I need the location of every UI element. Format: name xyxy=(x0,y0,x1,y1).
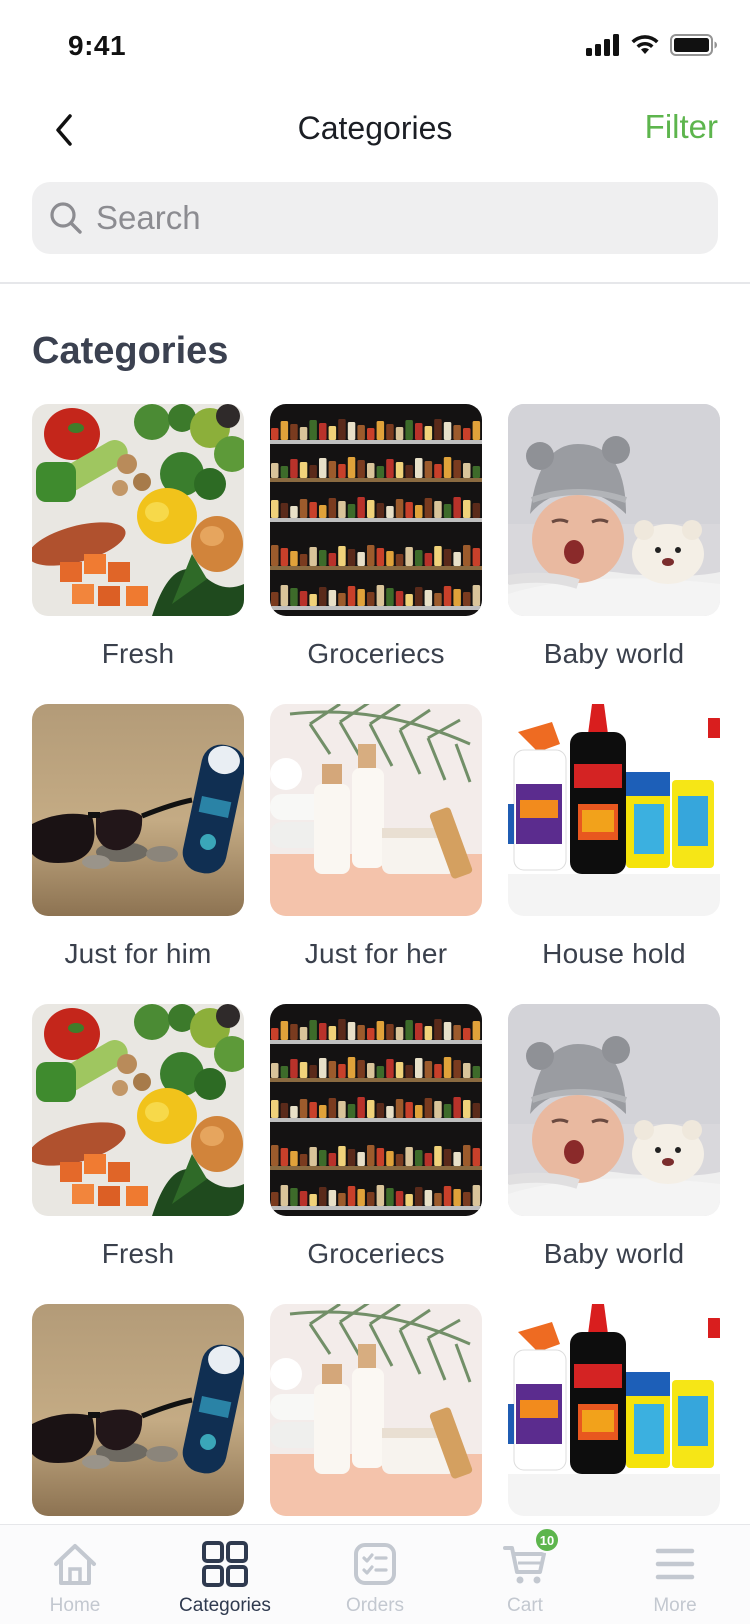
tab-cart-label: Cart xyxy=(507,1595,543,1616)
sunglasses-deodorant-image xyxy=(32,1304,244,1516)
cosmetics-image xyxy=(270,1304,482,1516)
tab-categories[interactable]: Categories xyxy=(150,1525,300,1624)
category-card[interactable]: Just for her xyxy=(270,1304,482,1524)
chevron-left-icon xyxy=(56,114,72,146)
category-image xyxy=(32,1304,244,1516)
section-title: Categories xyxy=(32,330,229,372)
category-image xyxy=(508,404,720,616)
category-card[interactable]: Fresh xyxy=(32,404,244,704)
tab-cart[interactable]: 10 Cart xyxy=(450,1525,600,1624)
category-card[interactable]: House hold xyxy=(508,704,720,1004)
category-card[interactable]: House hold xyxy=(508,1304,720,1524)
page-title: Categories xyxy=(297,110,453,146)
tab-home[interactable]: Home xyxy=(0,1525,150,1624)
category-card[interactable]: Fresh xyxy=(32,1004,244,1304)
sunglasses-deodorant-image xyxy=(32,704,244,916)
wifi-icon xyxy=(631,35,659,54)
tab-more-label: More xyxy=(653,1595,697,1616)
grocery-shelves-image xyxy=(270,404,482,616)
category-image xyxy=(32,1004,244,1216)
category-card[interactable]: Just for him xyxy=(32,1304,244,1524)
category-image xyxy=(270,404,482,616)
grocery-shelves-image xyxy=(270,1004,482,1216)
tab-home-label: Home xyxy=(49,1595,101,1616)
category-label: Fresh xyxy=(101,638,175,669)
category-label: Baby world xyxy=(543,638,685,669)
home-icon xyxy=(50,1539,100,1589)
cleaning-products-image xyxy=(508,1304,720,1516)
category-image xyxy=(508,1304,720,1516)
baby-image xyxy=(508,1004,720,1216)
category-image xyxy=(32,404,244,616)
back-button[interactable] xyxy=(44,108,84,152)
tab-orders[interactable]: Orders xyxy=(300,1525,450,1624)
category-card[interactable]: Baby world xyxy=(508,1004,720,1304)
category-label: Fresh xyxy=(101,1238,175,1269)
category-image xyxy=(508,704,720,916)
cleaning-products-image xyxy=(508,704,720,916)
vegetables-image xyxy=(32,404,244,616)
tab-more[interactable]: More xyxy=(600,1525,750,1624)
status-time: 9:41 xyxy=(68,30,127,61)
category-label: House hold xyxy=(542,938,686,969)
signal-icon xyxy=(586,34,619,56)
tab-bar: Home Categories Orders 10 Cart More xyxy=(0,1524,750,1624)
category-card[interactable]: Groceriecs xyxy=(270,1004,482,1304)
category-label: Groceriecs xyxy=(307,638,445,669)
search-input[interactable] xyxy=(96,199,656,237)
category-card[interactable]: Just for her xyxy=(270,704,482,1004)
status-icons xyxy=(586,34,718,56)
menu-icon xyxy=(650,1539,700,1589)
category-image xyxy=(270,704,482,916)
battery-icon xyxy=(670,34,717,56)
category-grid: Fresh Groceriecs Baby world Just for him… xyxy=(32,404,722,1524)
tab-categories-label: Categories xyxy=(179,1595,271,1616)
filter-button[interactable]: Filter xyxy=(645,108,718,146)
category-image xyxy=(32,704,244,916)
category-card[interactable]: Just for him xyxy=(32,704,244,1004)
cart-icon: 10 xyxy=(500,1527,560,1589)
tab-orders-label: Orders xyxy=(345,1595,405,1616)
grid-icon xyxy=(200,1539,250,1589)
category-image xyxy=(270,1004,482,1216)
category-label: Groceriecs xyxy=(307,1238,445,1269)
category-card[interactable]: Baby world xyxy=(508,404,720,704)
status-bar: 9:41 xyxy=(0,0,750,88)
cosmetics-image xyxy=(270,704,482,916)
search-bar[interactable] xyxy=(32,182,718,254)
category-label: Just for her xyxy=(304,938,448,969)
search-icon xyxy=(46,198,86,238)
orders-icon xyxy=(350,1539,400,1589)
category-label: Just for him xyxy=(64,938,212,969)
header-divider xyxy=(0,282,750,284)
baby-image xyxy=(508,404,720,616)
category-image xyxy=(508,1004,720,1216)
navigation-bar: Categories Filter xyxy=(0,96,750,168)
cart-badge: 10 xyxy=(534,1527,560,1553)
vegetables-image xyxy=(32,1004,244,1216)
category-label: Baby world xyxy=(543,1238,685,1269)
category-image xyxy=(270,1304,482,1516)
category-card[interactable]: Groceriecs xyxy=(270,404,482,704)
